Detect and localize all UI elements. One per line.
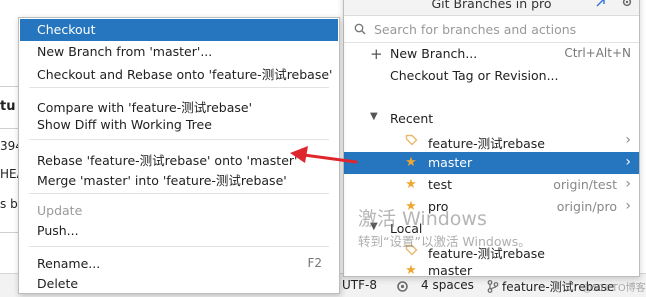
branch-item-selected[interactable]: ★ master ›	[344, 152, 639, 174]
menu-item-checkout[interactable]: Checkout	[20, 19, 338, 41]
search-input[interactable]	[374, 19, 624, 39]
menu-item-label: Checkout	[37, 22, 96, 37]
menu-item-delete[interactable]: Delete	[20, 273, 338, 295]
menu-item-show-diff[interactable]: Show Diff with Working Tree	[20, 114, 338, 136]
search-icon	[354, 23, 366, 35]
action-checkout-tag[interactable]: Checkout Tag or Revision...	[344, 65, 639, 87]
menu-item-checkout-rebase[interactable]: Checkout and Rebase onto 'feature-测试reba…	[20, 61, 338, 83]
branch-item[interactable]: ★ master	[344, 260, 639, 277]
menu-separator	[29, 87, 329, 88]
watermark-title: 激活 Windows	[358, 208, 487, 230]
menu-item-label: Delete	[37, 276, 79, 291]
editor-divider	[0, 232, 20, 233]
menu-item-compare[interactable]: Compare with 'feature-测试rebase'	[20, 94, 338, 116]
status-encoding[interactable]: UTF-8	[342, 278, 377, 292]
branch-context-menu: Checkout New Branch from 'master'... Che…	[18, 17, 340, 294]
editor-fragment: 394	[0, 139, 20, 153]
action-label: Checkout Tag or Revision...	[390, 68, 559, 83]
menu-item-new-branch[interactable]: New Branch from 'master'...	[20, 41, 338, 63]
group-label: Recent	[390, 111, 434, 126]
branch-name: feature-测试rebase	[428, 136, 545, 151]
chevron-right-icon: ›	[625, 132, 631, 148]
menu-separator	[29, 246, 329, 247]
menu-item-rename[interactable]: Rename... F2	[20, 253, 338, 275]
tag-icon	[404, 134, 418, 148]
menu-item-label: Push...	[37, 223, 79, 238]
code-style-icon[interactable]	[396, 280, 408, 292]
menu-item-label: Update	[37, 203, 83, 218]
menu-item-merge[interactable]: Merge 'master' into 'feature-测试rebase'	[20, 167, 338, 189]
menu-item-label: Show Diff with Working Tree	[37, 117, 212, 132]
popup-header: Git Branches in pro	[344, 0, 639, 16]
editor-fragment: s br	[0, 197, 20, 211]
editor-fragment: HEA	[0, 167, 20, 181]
menu-item-push[interactable]: Push...	[20, 220, 338, 242]
status-indent[interactable]: 4 spaces	[421, 278, 474, 292]
chevron-down-icon: ▼	[370, 111, 378, 122]
menu-item-label: Checkout and Rebase onto 'feature-测试reba…	[37, 67, 333, 82]
branch-item[interactable]: ★ test origin/test ›	[344, 174, 639, 196]
branch-name: master	[428, 155, 473, 170]
branch-search[interactable]	[344, 16, 639, 43]
star-icon: ★	[405, 155, 417, 170]
action-new-branch[interactable]: + New Branch... Ctrl+Alt+N	[344, 43, 639, 65]
action-label: New Branch...	[390, 46, 478, 61]
branch-remote: origin/pro	[556, 199, 617, 214]
star-icon: ★	[405, 263, 417, 278]
menu-item-shortcut: F2	[307, 256, 322, 270]
menu-item-rebase[interactable]: Rebase 'feature-测试rebase' onto 'master'	[20, 147, 338, 169]
group-recent[interactable]: ▼ Recent	[344, 108, 639, 130]
menu-item-label: Merge 'master' into 'feature-测试rebase'	[37, 173, 287, 188]
chevron-right-icon: ›	[625, 198, 631, 214]
editor-divider	[0, 128, 20, 129]
branch-name: master	[428, 263, 473, 277]
menu-separator	[29, 139, 329, 140]
menu-item-label: Rename...	[37, 256, 101, 271]
editor-divider	[0, 86, 20, 87]
menu-separator	[29, 193, 329, 194]
settings-icon[interactable]	[620, 0, 634, 10]
chevron-right-icon: ›	[625, 176, 631, 192]
watermark-subtitle: 转到“设置”以激活 Windows。	[358, 234, 531, 249]
pin-icon[interactable]	[594, 0, 608, 10]
plus-icon: +	[370, 45, 383, 63]
action-shortcut: Ctrl+Alt+N	[564, 46, 631, 60]
chevron-right-icon: ›	[625, 154, 631, 170]
git-branch-icon	[487, 280, 499, 293]
watermark-credit: @51CTO博客	[582, 283, 646, 294]
editor-fragment: tu	[0, 99, 16, 114]
branch-remote: origin/test	[553, 177, 617, 192]
star-icon: ★	[405, 177, 417, 192]
menu-item-update: Update	[20, 200, 338, 222]
menu-item-label: New Branch from 'master'...	[37, 44, 213, 59]
branch-item[interactable]: feature-测试rebase ›	[344, 130, 639, 152]
branch-name: test	[428, 177, 453, 192]
